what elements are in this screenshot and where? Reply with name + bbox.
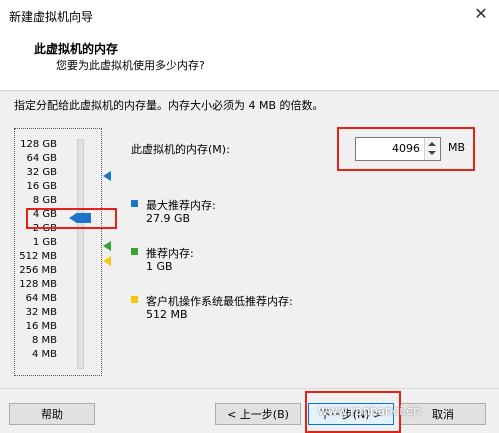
tick-label: 8 GB	[32, 195, 57, 206]
tick-label: 8 MB	[31, 335, 57, 346]
legend-value: 27.9 GB	[146, 212, 191, 225]
tick-label: 64 MB	[25, 293, 57, 304]
legend-value: 512 MB	[146, 308, 188, 321]
tick-label: 4 MB	[31, 349, 57, 360]
tick-label: 32 GB	[26, 167, 57, 178]
legend-value: 1 GB	[146, 260, 173, 273]
memory-label: 此虚拟机的内存(M):	[131, 143, 230, 156]
watermark-text: www.ranbanci.cn	[318, 404, 421, 418]
header-title: 此虚拟机的内存	[34, 42, 119, 56]
legend-title: 最大推荐内存:	[146, 199, 216, 212]
recommended-marker	[103, 241, 111, 251]
memory-description: 指定分配给此虚拟机的内存量。内存大小必须为 4 MB 的倍数。	[14, 99, 324, 112]
tick-label: 128 MB	[19, 279, 57, 290]
title-bar: 新建虚拟机向导 ✕	[0, 0, 499, 30]
blue-square-icon	[131, 200, 138, 207]
help-button[interactable]: 帮助	[9, 403, 95, 425]
tick-label: 16 GB	[26, 181, 57, 192]
selected-tick-highlight	[26, 208, 117, 229]
tick-label: 64 GB	[26, 153, 57, 164]
wizard-header: 此虚拟机的内存 您要为此虚拟机使用多少内存?	[0, 30, 499, 91]
min-recommended-marker	[103, 256, 111, 266]
window-title: 新建虚拟机向导	[9, 10, 94, 24]
close-icon[interactable]: ✕	[471, 4, 491, 24]
legend-title: 客户机操作系统最低推荐内存:	[146, 295, 293, 308]
tick-label: 16 MB	[25, 321, 57, 332]
spinbox-highlight	[337, 127, 475, 171]
tick-label: 512 MB	[19, 251, 57, 262]
legend-title: 推荐内存:	[146, 247, 194, 260]
tick-label: 1 GB	[32, 237, 57, 248]
header-subtitle: 您要为此虚拟机使用多少内存?	[56, 59, 205, 72]
max-recommended-marker	[103, 171, 111, 181]
slider-track[interactable]	[77, 139, 84, 369]
footer-divider	[0, 388, 499, 389]
tick-label: 32 MB	[25, 307, 57, 318]
memory-slider-panel: 128 GB 64 GB 32 GB 16 GB 8 GB 4 GB 2 GB …	[14, 128, 111, 376]
tick-label: 128 GB	[20, 139, 57, 150]
yellow-square-icon	[131, 296, 138, 303]
tick-label: 256 MB	[19, 265, 57, 276]
back-button[interactable]: < 上一步(B)	[215, 403, 301, 425]
green-square-icon	[131, 248, 138, 255]
